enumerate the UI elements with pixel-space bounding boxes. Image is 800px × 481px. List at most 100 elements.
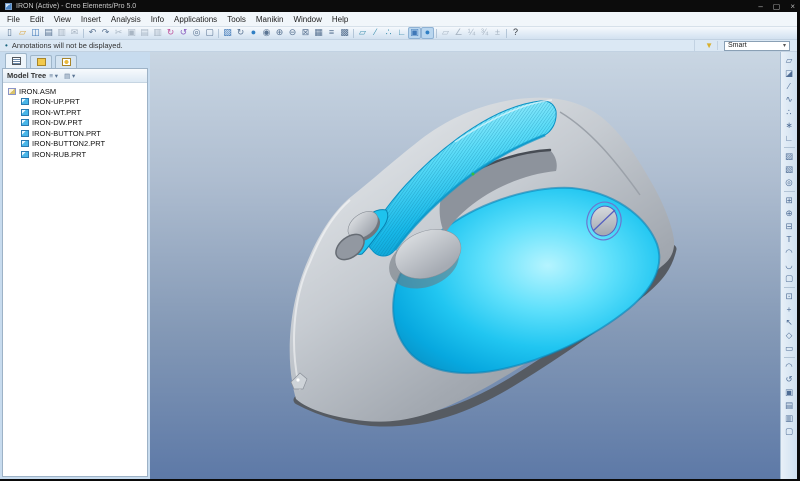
cut-icon[interactable]: ✂ — [112, 27, 125, 39]
menu-info[interactable]: Info — [146, 14, 169, 25]
paste-icon[interactable]: ▤ — [138, 27, 151, 39]
saved-views-icon[interactable]: ▦ — [312, 27, 325, 39]
send-mail-icon[interactable]: ✉ — [68, 27, 81, 39]
menu-help[interactable]: Help — [327, 14, 353, 25]
move-component-icon[interactable]: + — [783, 304, 796, 316]
zoom-in-icon[interactable]: ⊕ — [273, 27, 286, 39]
undo-icon[interactable]: ↶ — [86, 27, 99, 39]
filter-icon[interactable]: ▼ — [701, 41, 718, 50]
find-icon[interactable]: ◎ — [190, 27, 203, 39]
minimize-button[interactable]: – — [758, 2, 762, 11]
revolve-icon[interactable]: ▧ — [783, 164, 796, 176]
assemble-icon[interactable]: ⊞ — [783, 195, 796, 207]
annotation-display-icon[interactable]: ● — [421, 27, 434, 39]
refit-icon[interactable]: ⊠ — [299, 27, 312, 39]
paste-special-icon[interactable]: ▥ — [151, 27, 164, 39]
navigator-tab-favorites[interactable] — [55, 55, 77, 68]
navigator-tab-folder-browser[interactable] — [30, 55, 52, 68]
tree-settings-button[interactable]: ≡ ▾ — [46, 72, 61, 80]
navigator-tab-model-tree[interactable] — [5, 53, 27, 68]
repaint-icon[interactable]: ▧ — [221, 27, 234, 39]
maximize-button[interactable]: ▢ — [773, 2, 781, 11]
menu-view[interactable]: View — [49, 14, 76, 25]
menu-window[interactable]: Window — [288, 14, 326, 25]
select-box-icon[interactable]: ▢ — [203, 27, 216, 39]
csys-icon[interactable]: ∟ — [783, 133, 796, 145]
spin-center-icon[interactable]: ◉ — [260, 27, 273, 39]
annotation-note-icon[interactable]: ¼ — [465, 27, 478, 39]
tree-item[interactable]: IRON-RUB.PRT — [8, 149, 145, 160]
annotation-icon[interactable]: T — [783, 234, 796, 246]
drag-component-icon[interactable]: ↖ — [783, 317, 796, 329]
message-text: Annotations will not be displayed. — [12, 41, 123, 50]
redo-icon[interactable]: ↷ — [99, 27, 112, 39]
menu-tools[interactable]: Tools — [222, 14, 251, 25]
layers-icon[interactable]: ≡ — [325, 27, 338, 39]
shell-icon[interactable]: ▢ — [783, 273, 796, 285]
tree-item[interactable]: IRON-BUTTON2.PRT — [8, 139, 145, 150]
sweep-icon[interactable]: ◎ — [783, 177, 796, 189]
wrap-icon[interactable]: ▤ — [783, 400, 796, 412]
chamfer-icon[interactable]: ◡ — [783, 260, 796, 272]
shaded-display-icon[interactable]: ● — [247, 27, 260, 39]
graphics-viewport[interactable] — [150, 52, 780, 479]
datum-point-toggle-icon[interactable]: ∴ — [382, 27, 395, 39]
annotation-symbol-icon[interactable]: ¾ — [478, 27, 491, 39]
merge-icon[interactable]: ↺ — [783, 374, 796, 386]
regenerate-icon[interactable]: ↻ — [164, 27, 177, 39]
mirror-icon[interactable]: ◠ — [783, 361, 796, 373]
print-icon[interactable]: ▤ — [42, 27, 55, 39]
datum-point-icon[interactable]: ∴ — [783, 107, 796, 119]
menu-analysis[interactable]: Analysis — [106, 14, 146, 25]
datum-curve-icon[interactable]: ∿ — [783, 94, 796, 106]
datum-axis-icon[interactable]: ⁄ — [783, 81, 796, 93]
axis-pattern-icon[interactable]: ∗ — [783, 120, 796, 132]
extrude-icon[interactable]: ▨ — [783, 151, 796, 163]
display-box-icon[interactable]: ▭ — [783, 343, 796, 355]
tree-item-label: IRON-UP.PRT — [32, 97, 80, 106]
round-icon[interactable]: ◠ — [783, 247, 796, 259]
csys-toggle-icon[interactable]: ∟ — [395, 27, 408, 39]
menu-file[interactable]: File — [2, 14, 25, 25]
placement-icon[interactable]: ◇ — [783, 330, 796, 342]
custom-regenerate-icon[interactable]: ↺ — [177, 27, 190, 39]
create-component-icon[interactable]: ⊕ — [783, 208, 796, 220]
context-help-icon[interactable]: ? — [509, 27, 522, 39]
pattern-icon[interactable]: ▣ — [783, 387, 796, 399]
view-manager-icon[interactable]: ▩ — [338, 27, 351, 39]
tree-show-button[interactable]: ▤ ▾ — [61, 72, 78, 80]
tree-item-root[interactable]: IRON.ASM — [8, 86, 145, 97]
menu-manikin[interactable]: Manikin — [251, 14, 289, 25]
datum-plane-icon[interactable]: ▱ — [783, 55, 796, 67]
display-style-icon[interactable]: ▣ — [408, 27, 421, 39]
menu-edit[interactable]: Edit — [25, 14, 49, 25]
annotation-tolerance-icon[interactable]: ± — [491, 27, 504, 39]
annotation-plane-icon[interactable]: ▱ — [439, 27, 452, 39]
menu-insert[interactable]: Insert — [76, 14, 106, 25]
selection-filter-dropdown[interactable]: Smart ▾ — [724, 41, 790, 51]
close-button[interactable]: × — [790, 2, 795, 11]
annotation-dimension-icon[interactable]: ∠ — [452, 27, 465, 39]
edit-definition-icon[interactable]: ⊡ — [783, 291, 796, 303]
datum-plane-toggle-icon[interactable]: ▱ — [356, 27, 369, 39]
component-operations-icon[interactable]: ⊟ — [783, 221, 796, 233]
menu-applications[interactable]: Applications — [169, 14, 222, 25]
datum-axis-toggle-icon[interactable]: ⁄ — [369, 27, 382, 39]
reorient-icon[interactable]: ↻ — [234, 27, 247, 39]
new-file-icon[interactable]: ▯ — [3, 27, 16, 39]
separator — [784, 357, 795, 358]
sketch-icon[interactable]: ◪ — [783, 68, 796, 80]
iron-model[interactable] — [290, 98, 674, 422]
copy-icon[interactable]: ▣ — [125, 27, 138, 39]
open-icon[interactable]: ▱ — [16, 27, 29, 39]
tree-item[interactable]: IRON-UP.PRT — [8, 97, 145, 108]
save-icon[interactable]: ◫ — [29, 27, 42, 39]
print-preview-icon[interactable]: ▥ — [55, 27, 68, 39]
tree-item[interactable]: IRON-DW.PRT — [8, 118, 145, 129]
section-icon[interactable]: ▥ — [783, 413, 796, 425]
tree-item[interactable]: IRON-BUTTON.PRT — [8, 128, 145, 139]
model-tree-title: Model Tree — [7, 71, 46, 80]
frame-icon[interactable]: ▢ — [783, 426, 796, 438]
tree-item[interactable]: IRON-WT.PRT — [8, 107, 145, 118]
zoom-out-icon[interactable]: ⊖ — [286, 27, 299, 39]
